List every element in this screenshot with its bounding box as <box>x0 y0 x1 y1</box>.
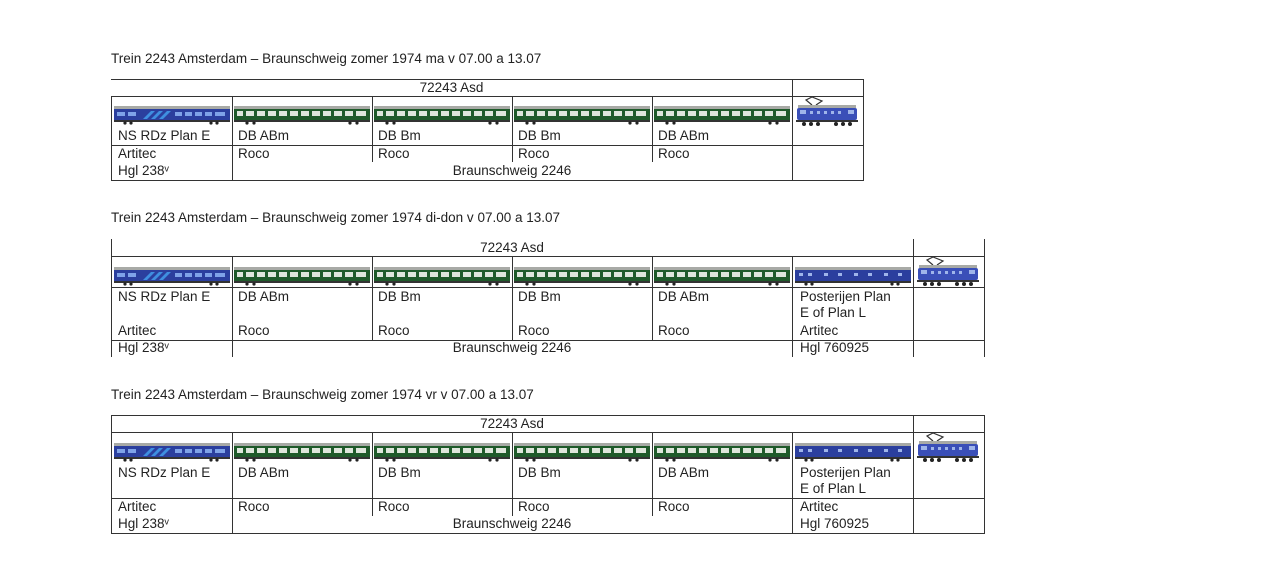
db-green-coach-icon <box>653 105 791 125</box>
car-maker: Roco <box>658 499 690 514</box>
car-name: NS RDz Plan E <box>118 289 211 304</box>
car-maker: Roco <box>238 499 270 514</box>
db-green-coach-icon <box>513 266 651 286</box>
ns-plan-e-blue-car-icon <box>113 105 231 125</box>
car-name: DB ABm <box>658 465 710 480</box>
car-maker: Artitec <box>118 146 157 161</box>
car-number: Hgl 760925 <box>800 516 870 531</box>
ns-plan-e-blue-car-icon <box>113 442 231 462</box>
car-maker: Artitec <box>118 323 157 338</box>
consist-table: 72243 Asd NS RDz Plan E DB ABm DB Bm DB … <box>111 79 865 182</box>
car-name: NS RDz Plan E <box>118 465 211 480</box>
car-maker: Roco <box>378 146 410 161</box>
car-name-line2: E of Plan L <box>800 481 867 496</box>
train-number-header: 72243 Asd <box>480 240 544 255</box>
db-green-coach-icon <box>233 266 371 286</box>
car-name: DB Bm <box>378 289 421 304</box>
car-number: Hgl 760925 <box>800 340 870 355</box>
db-green-coach-icon <box>373 442 511 462</box>
car-maker: Roco <box>518 146 550 161</box>
car-name: DB Bm <box>518 128 561 143</box>
ns-1200-electric-loco-icon <box>794 97 860 128</box>
car-maker: Roco <box>658 146 690 161</box>
consist-table: 72243 Asd NS RDz Plan E DB ABm DB Bm DB … <box>111 239 986 358</box>
car-name: DB Bm <box>518 289 561 304</box>
ns-plan-e-blue-car-icon <box>113 266 231 286</box>
db-green-coach-icon <box>513 442 651 462</box>
db-green-coach-icon <box>373 105 511 125</box>
car-maker: Roco <box>378 323 410 338</box>
car-maker: Artitec <box>800 323 839 338</box>
car-maker: Roco <box>378 499 410 514</box>
car-maker: Artitec <box>800 499 839 514</box>
posterijen-mail-car-icon <box>794 266 912 286</box>
posterijen-mail-car-icon <box>794 442 912 462</box>
car-name-line2: E of Plan L <box>800 305 867 320</box>
db-green-coach-icon <box>233 442 371 462</box>
car-maker: Artitec <box>118 499 157 514</box>
car-name: DB ABm <box>658 128 710 143</box>
db-green-coach-icon <box>513 105 651 125</box>
destination-label: Braunschweig 2246 <box>452 163 572 178</box>
car-number: Hgl 238ᵛ <box>118 516 169 531</box>
car-name: DB ABm <box>658 289 710 304</box>
db-green-coach-icon <box>373 266 511 286</box>
ns-1200-electric-loco-icon <box>915 433 981 464</box>
train-title: Trein 2243 Amsterdam – Braunschweig zome… <box>111 210 561 225</box>
car-name-line1: Posterijen Plan <box>800 465 891 480</box>
destination-label: Braunschweig 2246 <box>452 340 572 355</box>
car-name: DB ABm <box>238 465 290 480</box>
db-green-coach-icon <box>233 105 371 125</box>
destination-label: Braunschweig 2246 <box>452 516 572 531</box>
car-number: Hgl 238ᵛ <box>118 163 169 178</box>
car-number: Hgl 238ᵛ <box>118 340 169 355</box>
train-number-header: 72243 Asd <box>480 416 544 431</box>
train-title: Trein 2243 Amsterdam – Braunschweig zome… <box>111 387 534 402</box>
car-name: DB Bm <box>518 465 561 480</box>
car-name: DB ABm <box>238 128 290 143</box>
car-name: DB Bm <box>378 128 421 143</box>
car-name: NS RDz Plan E <box>118 128 211 143</box>
train-title: Trein 2243 Amsterdam – Braunschweig zome… <box>111 51 542 66</box>
car-maker: Roco <box>238 146 270 161</box>
car-name-line1: Posterijen Plan <box>800 289 891 304</box>
consist-table: 72243 Asd NS RDz Plan E DB ABm DB Bm DB … <box>111 415 986 535</box>
ns-1200-electric-loco-icon <box>915 257 981 288</box>
car-maker: Roco <box>518 323 550 338</box>
db-green-coach-icon <box>653 266 791 286</box>
car-maker: Roco <box>238 323 270 338</box>
train-number-header: 72243 Asd <box>419 80 484 95</box>
car-name: DB ABm <box>238 289 290 304</box>
car-maker: Roco <box>518 499 550 514</box>
car-name: DB Bm <box>378 465 421 480</box>
car-maker: Roco <box>658 323 690 338</box>
db-green-coach-icon <box>653 442 791 462</box>
